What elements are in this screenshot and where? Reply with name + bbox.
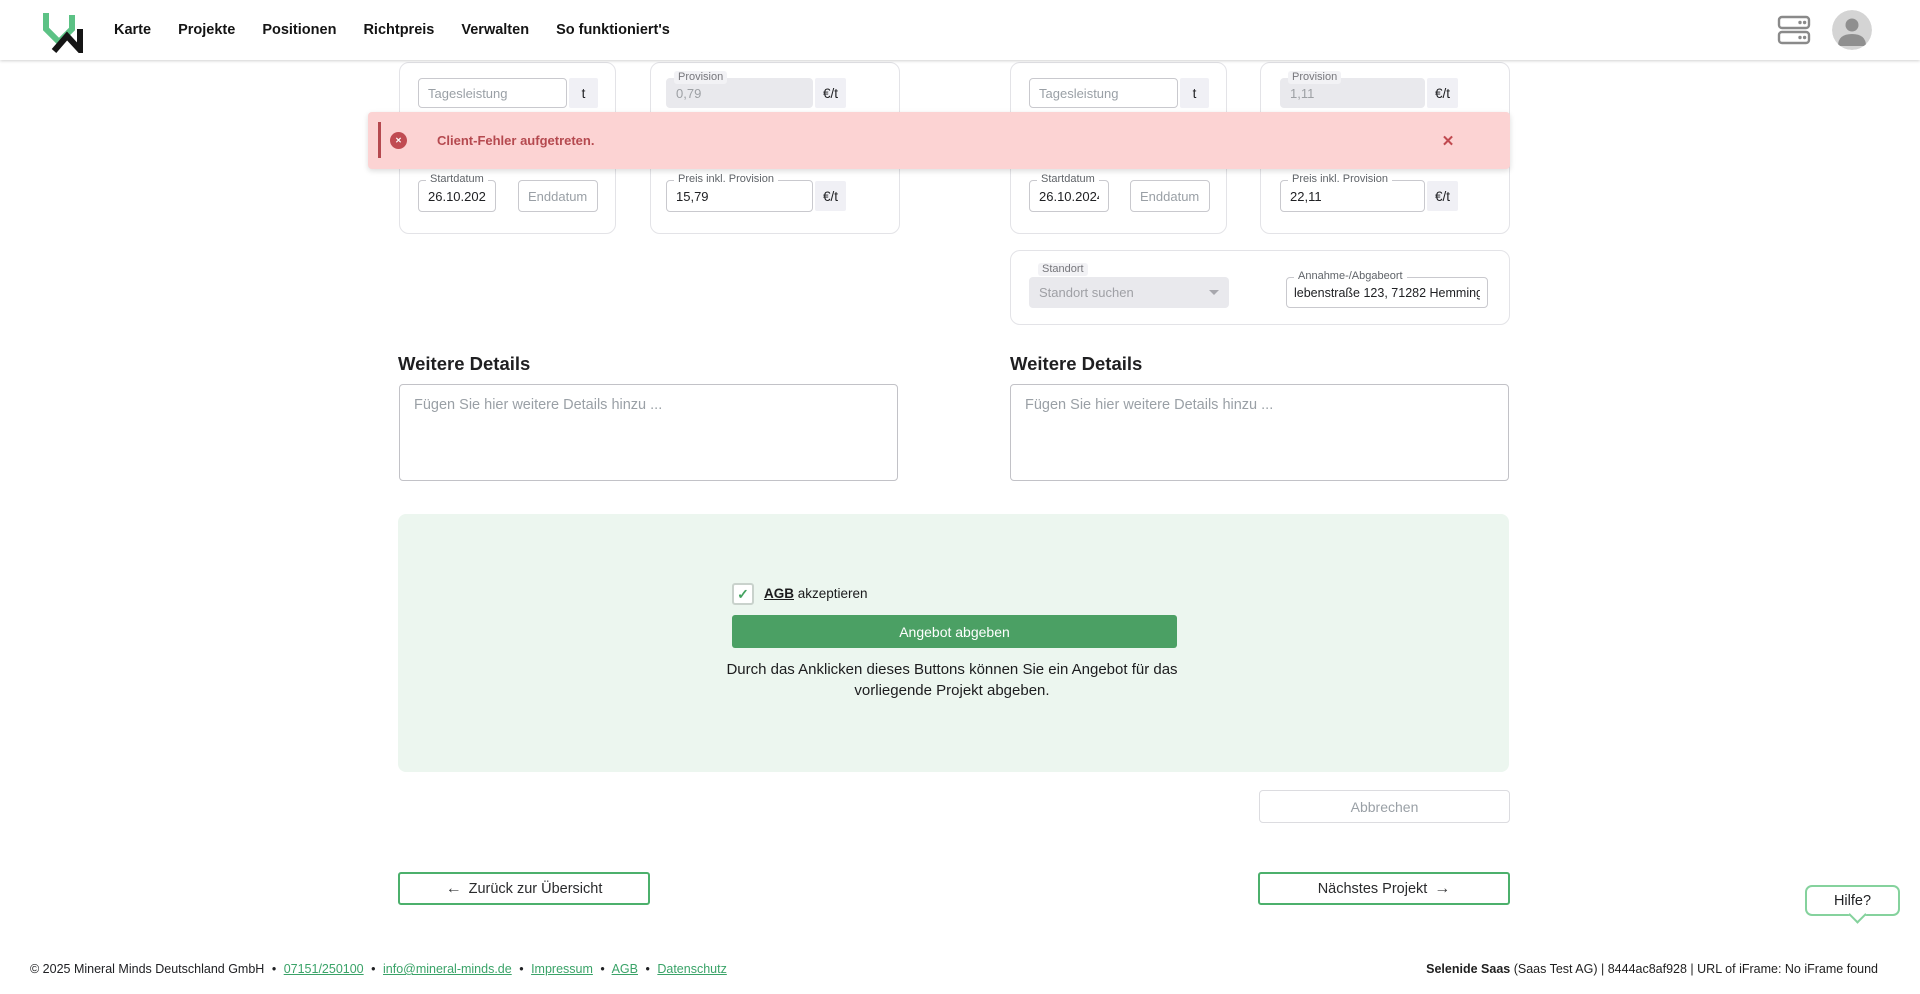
footer-env-info: (Saas Test AG) | 8444ac8af928 | URL of i…: [1510, 962, 1878, 976]
footer-left: © 2025 Mineral Minds Deutschland GmbH • …: [30, 962, 727, 976]
abgabeort-label: Annahme-/Abgabeort: [1294, 270, 1407, 283]
enddatum-field-left: [518, 180, 598, 212]
main-nav: Karte Projekte Positionen Richtpreis Ver…: [114, 0, 670, 60]
footer-right: Selenide Saas (Saas Test AG) | 8444ac8af…: [1426, 962, 1878, 976]
unit-label-eurt-left-1: €/t: [815, 78, 846, 108]
unit-label-eurt-left-2: €/t: [815, 181, 846, 211]
agb-label-rest: akzeptieren: [794, 586, 868, 601]
environment-switcher-button[interactable]: [1776, 0, 1812, 60]
abgabeort-field: Annahme-/Abgabeort: [1286, 277, 1488, 308]
startdatum-field-left: Startdatum: [418, 180, 496, 212]
tagesleistung-field-right: [1029, 78, 1178, 108]
mineral-minds-logo-icon: [40, 7, 88, 53]
unit-label-eurt-right-1: €/t: [1427, 78, 1458, 108]
abbrechen-button[interactable]: Abbrechen: [1259, 790, 1510, 823]
agb-label: AGB akzeptieren: [764, 586, 868, 601]
avatar-icon: [1832, 10, 1872, 50]
footer-link-agb[interactable]: AGB: [612, 962, 638, 976]
offer-description: Durch das Anklicken dieses Buttons könne…: [692, 660, 1212, 701]
footer-link-phone[interactable]: 07151/250100: [284, 962, 364, 976]
nav-item-so-funktionierts[interactable]: So funktioniert's: [556, 22, 670, 38]
footer: © 2025 Mineral Minds Deutschland GmbH • …: [0, 950, 1920, 994]
arrow-right-icon: →: [1434, 880, 1450, 898]
details-textarea-right[interactable]: [1010, 384, 1509, 481]
check-icon: ✓: [737, 586, 749, 603]
provision-label-left: Provision: [674, 71, 727, 84]
server-icon: [1776, 15, 1812, 45]
tagesleistung-field-left: [418, 78, 567, 108]
user-menu-button[interactable]: [1832, 0, 1872, 60]
startdatum-label-right: Startdatum: [1037, 173, 1099, 186]
standort-select: Standort suchen: [1029, 277, 1229, 308]
details-textarea-left[interactable]: [399, 384, 898, 481]
footer-link-datenschutz[interactable]: Datenschutz: [657, 962, 726, 976]
footer-link-impressum[interactable]: Impressum: [531, 962, 593, 976]
nav-item-projekte[interactable]: Projekte: [178, 22, 235, 38]
tagesleistung-input-left[interactable]: [418, 78, 567, 108]
provision-field-left: Provision: [666, 78, 813, 108]
hilfe-label: Hilfe?: [1834, 893, 1871, 909]
offer-panel: ✓ AGB akzeptieren Angebot abgeben Durch …: [398, 514, 1509, 772]
hilfe-button[interactable]: Hilfe?: [1805, 885, 1900, 916]
enddatum-field-right: [1130, 180, 1210, 212]
preis-label-right: Preis inkl. Provision: [1288, 173, 1392, 186]
standort-label: Standort: [1038, 263, 1088, 276]
details-heading-left: Weitere Details: [398, 353, 530, 375]
agb-checkbox[interactable]: ✓: [732, 583, 754, 605]
arrow-left-icon: ←: [446, 880, 462, 898]
error-banner: ✕ Client-Fehler aufgetreten. ✕: [368, 112, 1510, 169]
enddatum-input-right[interactable]: [1130, 180, 1210, 212]
top-navbar: Karte Projekte Positionen Richtpreis Ver…: [0, 0, 1920, 60]
tagesleistung-input-right[interactable]: [1029, 78, 1178, 108]
startdatum-field-right: Startdatum: [1029, 180, 1109, 212]
preis-field-right: Preis inkl. Provision: [1280, 180, 1425, 212]
copyright-text: © 2025 Mineral Minds Deutschland GmbH: [30, 962, 264, 976]
provision-field-right: Provision: [1280, 78, 1425, 108]
naechstes-label: Nächstes Projekt: [1318, 881, 1428, 897]
logo[interactable]: [40, 7, 88, 53]
provision-label-right: Provision: [1288, 71, 1341, 84]
angebot-abgeben-button[interactable]: Angebot abgeben: [732, 615, 1177, 648]
standort-select-placeholder: Standort suchen: [1039, 285, 1134, 300]
page: Karte Projekte Positionen Richtpreis Ver…: [0, 0, 1920, 994]
close-icon[interactable]: ✕: [1437, 130, 1459, 152]
footer-app-name: Selenide Saas: [1426, 962, 1510, 976]
zurueck-label: Zurück zur Übersicht: [469, 881, 603, 897]
preis-field-left: Preis inkl. Provision: [666, 180, 813, 212]
enddatum-input-left[interactable]: [518, 180, 598, 212]
agb-link[interactable]: AGB: [764, 586, 794, 601]
startdatum-label-left: Startdatum: [426, 173, 488, 186]
nav-item-verwalten[interactable]: Verwalten: [461, 22, 529, 38]
unit-label-eurt-right-2: €/t: [1427, 181, 1458, 211]
unit-label-t-left: t: [569, 78, 598, 108]
nav-item-karte[interactable]: Karte: [114, 22, 151, 38]
footer-separator: •: [268, 962, 280, 976]
error-message: Client-Fehler aufgetreten.: [437, 112, 594, 169]
error-circle-icon: ✕: [390, 132, 407, 149]
unit-label-t-right: t: [1180, 78, 1209, 108]
zurueck-button[interactable]: ← Zurück zur Übersicht: [398, 872, 650, 905]
footer-separator: •: [596, 962, 608, 976]
footer-separator: •: [367, 962, 379, 976]
preis-label-left: Preis inkl. Provision: [674, 173, 778, 186]
footer-separator: •: [515, 962, 527, 976]
details-heading-right: Weitere Details: [1010, 353, 1142, 375]
footer-separator: •: [641, 962, 653, 976]
nav-item-positionen[interactable]: Positionen: [262, 22, 336, 38]
nav-item-richtpreis[interactable]: Richtpreis: [363, 22, 434, 38]
chevron-down-icon: [1209, 290, 1219, 295]
error-accent-bar: [378, 122, 381, 158]
footer-link-email[interactable]: info@mineral-minds.de: [383, 962, 512, 976]
naechstes-projekt-button[interactable]: Nächstes Projekt →: [1258, 872, 1510, 905]
